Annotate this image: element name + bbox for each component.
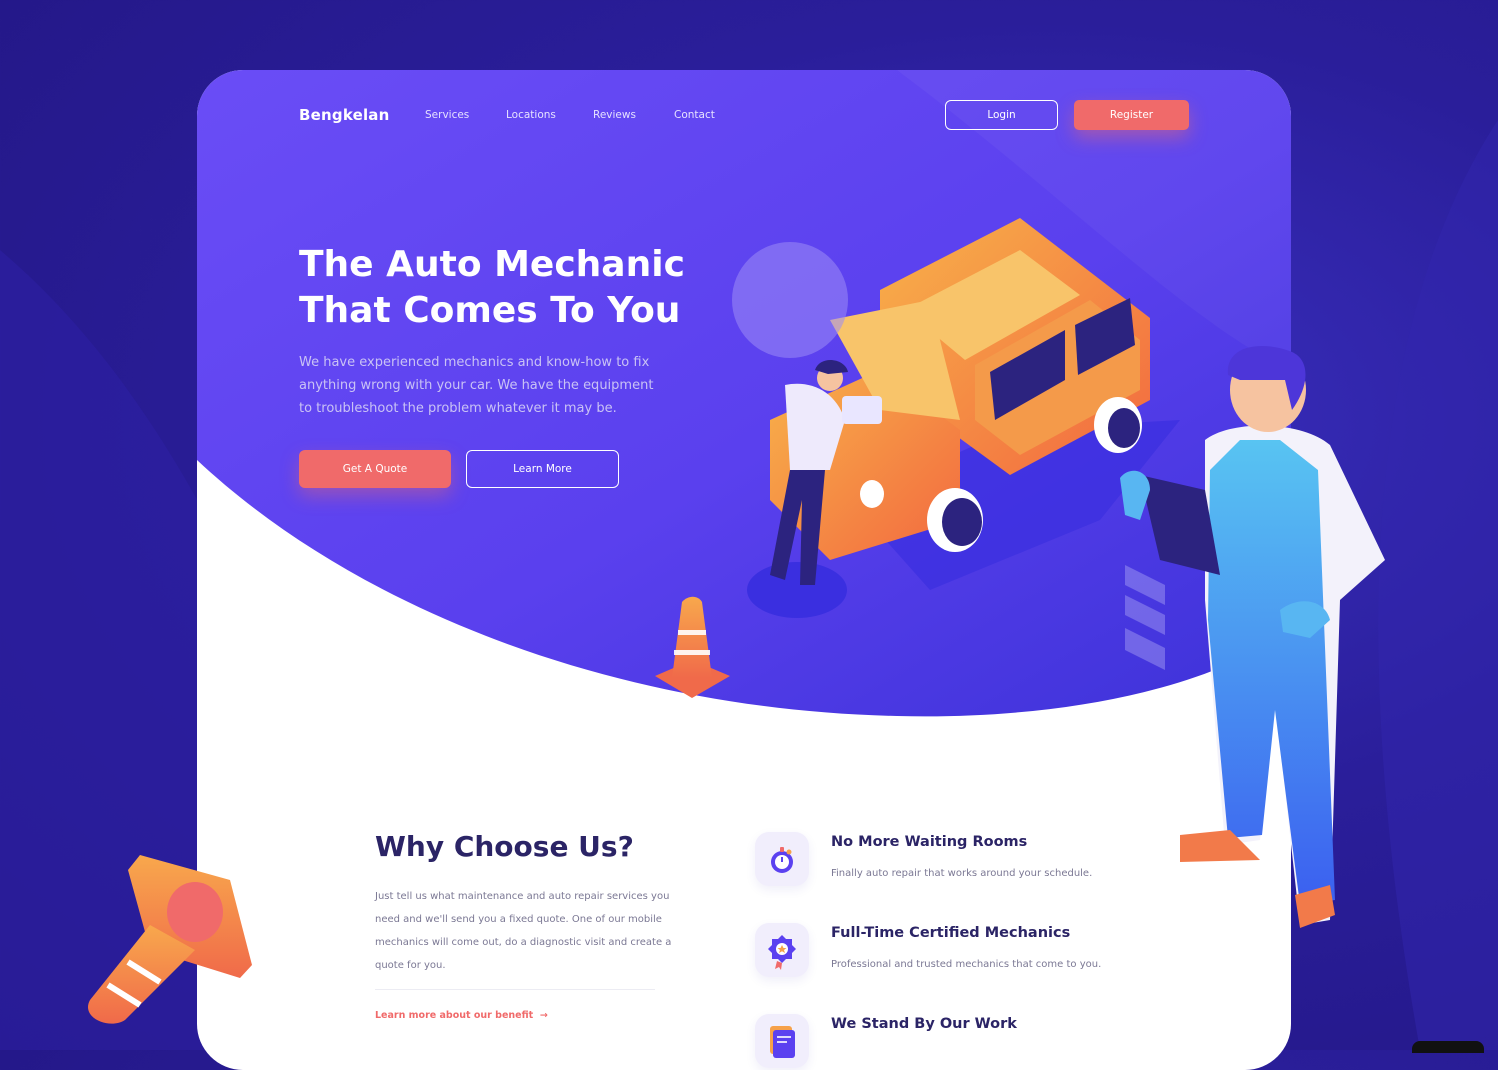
document-shield-icon <box>755 1014 809 1068</box>
hero-title-line2: That Comes To You <box>299 290 681 331</box>
landing-page-card: Bengkelan Services Locations Reviews Con… <box>197 70 1291 1070</box>
login-button[interactable]: Login <box>945 100 1058 130</box>
feature-title-waiting-rooms: No More Waiting Rooms <box>831 834 1028 850</box>
top-navigation: Bengkelan Services Locations Reviews Con… <box>197 70 1291 170</box>
hero-background <box>197 70 1291 717</box>
why-choose-us-description: Just tell us what maintenance and auto r… <box>375 891 672 971</box>
benefit-link[interactable]: Learn more about our benefit → <box>375 1010 548 1021</box>
hero-title: The Auto Mechanic That Comes To You <box>299 242 719 334</box>
feature-desc-waiting-rooms: Finally auto repair that works around yo… <box>831 868 1093 879</box>
nav-link-services[interactable]: Services <box>425 109 469 121</box>
hero-description: We have experienced mechanics and know-h… <box>299 355 654 416</box>
stopwatch-icon <box>755 832 809 886</box>
learn-more-button[interactable]: Learn More <box>466 450 619 488</box>
divider <box>375 989 655 990</box>
feature-title-certified-mechanics: Full-Time Certified Mechanics <box>831 925 1071 941</box>
arrow-right-icon: → <box>536 1010 548 1021</box>
feature-desc-certified-mechanics: Professional and trusted mechanics that … <box>831 959 1102 970</box>
nav-link-contact[interactable]: Contact <box>674 109 715 121</box>
benefit-link-label: Learn more about our benefit <box>375 1010 534 1021</box>
certified-badge-icon <box>755 923 809 977</box>
nav-link-reviews[interactable]: Reviews <box>593 109 636 121</box>
why-choose-us-title: Why Choose Us? <box>375 830 634 863</box>
hero-title-line1: The Auto Mechanic <box>299 244 685 285</box>
nav-link-locations[interactable]: Locations <box>506 109 556 121</box>
feature-title-stand-by-work: We Stand By Our Work <box>831 1016 1017 1032</box>
register-button[interactable]: Register <box>1074 100 1189 130</box>
brand-logo[interactable]: Bengkelan <box>299 106 390 124</box>
corner-tab <box>1412 1041 1484 1053</box>
get-quote-button[interactable]: Get A Quote <box>299 450 451 488</box>
